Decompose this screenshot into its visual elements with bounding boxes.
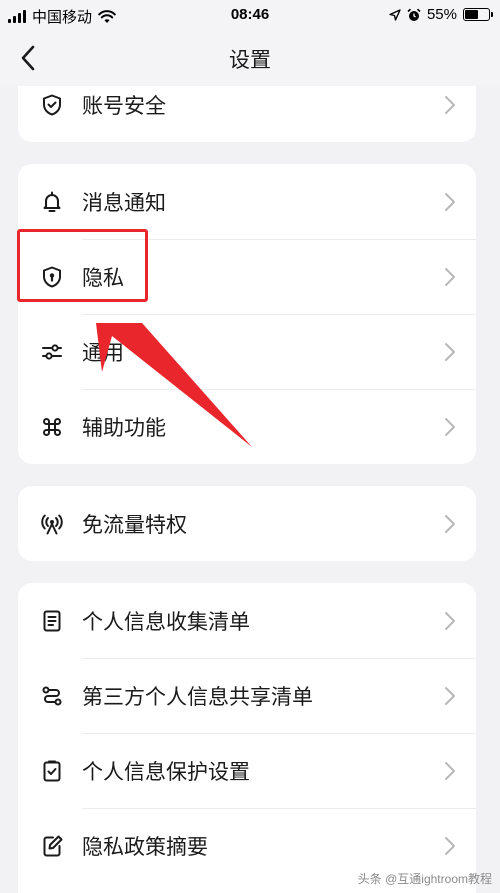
chevron-right-icon [445, 417, 455, 436]
navigation-bar: 设置 [0, 30, 500, 86]
signal-tower-icon [41, 514, 63, 534]
sliders-icon [42, 343, 62, 360]
settings-item-info-collection-list[interactable]: 个人信息收集清单 [18, 583, 476, 658]
document-list-icon [43, 610, 61, 631]
command-icon [43, 417, 61, 436]
chevron-right-icon [445, 192, 455, 211]
alarm-clock-icon [407, 8, 421, 21]
chevron-right-icon [445, 514, 455, 533]
settings-item-label: 账号安全 [82, 93, 166, 118]
battery-level [465, 10, 478, 19]
general-group: 消息通知 隐私 通用 辅助功能 [18, 164, 476, 464]
checklist-icon [43, 760, 61, 781]
settings-item-accessibility[interactable]: 辅助功能 [18, 389, 476, 464]
chevron-right-icon [445, 761, 455, 780]
chevron-right-icon [445, 611, 455, 630]
settings-item-label: 隐私政策摘要 [82, 834, 208, 859]
watermark: 头条 @互通ightroom教程 [357, 872, 492, 886]
shield-check-icon [43, 94, 61, 115]
annotation-highlight-box [17, 229, 148, 302]
settings-item-label: 辅助功能 [82, 415, 166, 440]
settings-item-third-party-sharing-list[interactable]: 第三方个人信息共享清单 [18, 658, 476, 733]
settings-item-label: 消息通知 [82, 190, 166, 215]
data-free-group: 免流量特权 [18, 486, 476, 561]
settings-item-label: 个人信息收集清单 [82, 609, 250, 634]
chevron-right-icon [445, 267, 455, 286]
settings-item-label: 个人信息保护设置 [82, 759, 250, 784]
location-arrow-icon [389, 8, 401, 21]
chevron-right-icon [445, 95, 455, 114]
settings-item-personal-info-protection[interactable]: 个人信息保护设置 [18, 733, 476, 808]
bell-icon [43, 191, 61, 212]
page-title: 设置 [229, 48, 271, 72]
status-bar: 中国移动 08:46 55% [0, 0, 500, 30]
battery-icon [463, 8, 493, 21]
chevron-right-icon [445, 342, 455, 361]
settings-item-label: 免流量特权 [82, 512, 187, 537]
settings-item-label: 第三方个人信息共享清单 [82, 684, 313, 709]
edit-document-icon [43, 835, 63, 856]
account-group: 账号安全 [18, 86, 476, 142]
share-flow-icon [42, 686, 62, 705]
settings-item-notifications[interactable]: 消息通知 [18, 164, 476, 239]
settings-item-general[interactable]: 通用 [18, 314, 476, 389]
settings-item-account-security[interactable]: 账号安全 [18, 86, 476, 142]
battery-percent: 55% [426, 6, 457, 23]
chevron-right-icon [445, 686, 455, 705]
status-right: 55% [389, 6, 493, 23]
settings-item-data-free-privilege[interactable]: 免流量特权 [18, 486, 476, 561]
settings-item-label: 通用 [82, 340, 124, 365]
chevron-right-icon [445, 836, 455, 855]
personal-info-group: 个人信息收集清单 第三方个人信息共享清单 个人信息保护设置 隐私政策摘要 [18, 583, 476, 893]
